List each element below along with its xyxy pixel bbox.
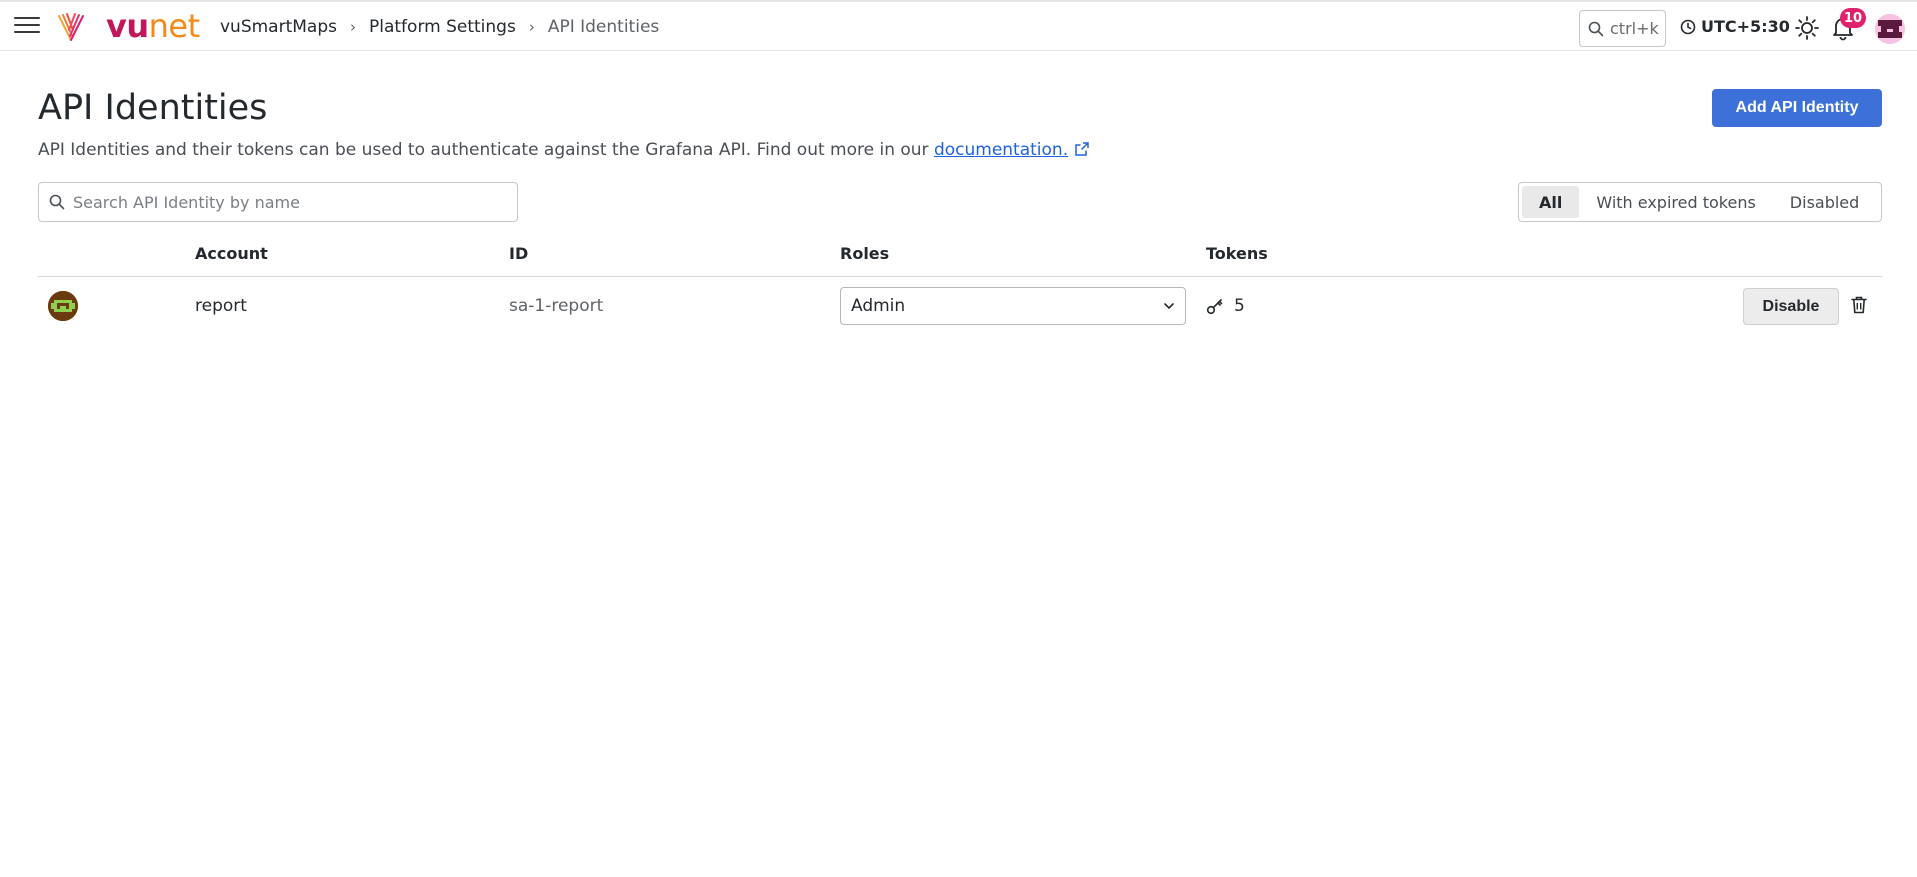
api-identities-table: Account ID Roles Tokens report sa-1-repo…: [38, 236, 1882, 335]
page-description-text: API Identities and their tokens can be u…: [38, 140, 934, 160]
tokens-count-value: 5: [1234, 296, 1245, 316]
breadcrumb-separator-icon: ›: [350, 18, 356, 36]
breadcrumb-item-api-identities: API Identities: [547, 17, 660, 37]
page-title: API Identities: [38, 88, 268, 128]
filter-with-expired-tokens[interactable]: With expired tokens: [1579, 186, 1772, 218]
breadcrumb-item-platform-settings[interactable]: Platform Settings: [369, 17, 516, 37]
breadcrumb: vuSmartMaps › Platform Settings › API Id…: [220, 17, 659, 37]
column-header-id: ID: [509, 244, 529, 263]
add-api-identity-button[interactable]: Add API Identity: [1712, 89, 1882, 127]
account-id[interactable]: sa-1-report: [509, 296, 603, 316]
trash-icon[interactable]: [1850, 295, 1868, 320]
global-search-button[interactable]: ctrl+k: [1579, 10, 1666, 47]
table-row[interactable]: report sa-1-report Admin 5 Disable: [38, 277, 1882, 335]
external-link-icon[interactable]: [1074, 141, 1090, 157]
menu-icon[interactable]: [14, 17, 40, 37]
timezone-label: UTC+5:30: [1701, 17, 1790, 36]
search-icon: [1588, 21, 1604, 36]
search-input[interactable]: [73, 192, 493, 212]
tokens-count[interactable]: 5: [1206, 296, 1245, 316]
notification-count-badge: 10: [1840, 8, 1867, 28]
role-select-value: Admin: [851, 296, 906, 316]
filter-radio-group: All With expired tokens Disabled: [1518, 182, 1882, 222]
chevron-down-icon: [1164, 303, 1174, 310]
account-avatar: [48, 291, 78, 321]
column-header-tokens: Tokens: [1206, 244, 1268, 263]
clock-icon: [1680, 19, 1696, 34]
key-icon: [1206, 299, 1223, 315]
search-shortcut-label: ctrl+k: [1610, 19, 1659, 38]
account-name[interactable]: report: [195, 296, 247, 316]
vunet-logo-text[interactable]: vunet: [106, 8, 200, 44]
breadcrumb-separator-icon: ›: [528, 18, 535, 36]
api-identity-search[interactable]: [38, 182, 518, 222]
role-select[interactable]: Admin: [840, 287, 1186, 325]
filter-disabled[interactable]: Disabled: [1773, 186, 1877, 218]
top-navigation-bar: vunet vuSmartMaps › Platform Settings › …: [0, 0, 1917, 51]
column-header-account: Account: [195, 244, 268, 263]
vunet-logo-mark-icon: [56, 12, 86, 49]
table-header: Account ID Roles Tokens: [38, 236, 1882, 277]
timezone-picker[interactable]: UTC+5:30: [1680, 17, 1790, 36]
disable-button[interactable]: Disable: [1743, 288, 1839, 325]
documentation-link[interactable]: documentation.: [934, 140, 1068, 160]
search-icon: [49, 194, 65, 210]
page-description: API Identities and their tokens can be u…: [38, 139, 1090, 161]
breadcrumb-item-vusmartmaps[interactable]: vuSmartMaps: [220, 17, 337, 37]
filter-all[interactable]: All: [1522, 186, 1580, 218]
user-avatar[interactable]: [1875, 14, 1905, 44]
sun-icon[interactable]: [1794, 15, 1820, 46]
column-header-roles: Roles: [840, 244, 890, 263]
